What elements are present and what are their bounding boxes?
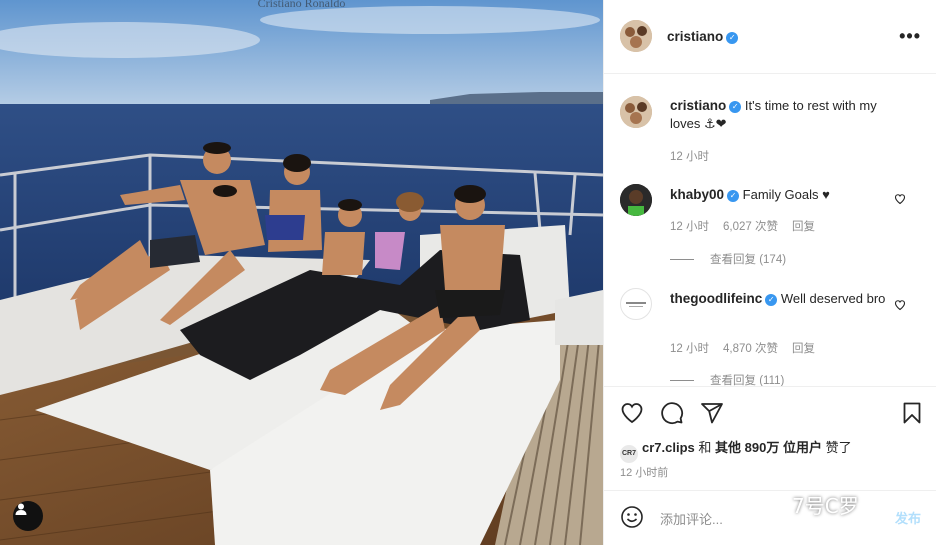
- likes-summary[interactable]: CR7 cr7.clips 和 其他 890万 位用户 赞了: [620, 437, 852, 463]
- comment-username[interactable]: cristiano: [670, 98, 726, 113]
- reply-button[interactable]: 回复: [792, 221, 815, 233]
- liker-username[interactable]: cr7.clips: [642, 440, 695, 455]
- heart-icon[interactable]: [620, 401, 644, 430]
- liker-avatar: CR7: [620, 445, 638, 463]
- comment-username[interactable]: thegoodlifeinc: [670, 291, 762, 306]
- share-icon[interactable]: [700, 401, 724, 430]
- heart-outline-small-icon: [894, 300, 906, 311]
- comment-composer: 发布: [604, 490, 936, 546]
- verified-badge-icon: ✓: [726, 32, 739, 44]
- verified-badge-icon: ✓: [727, 190, 740, 202]
- comment-time[interactable]: 12 小时: [670, 151, 709, 163]
- author-avatar[interactable]: [620, 20, 652, 52]
- post-comment-button[interactable]: 发布: [895, 508, 921, 527]
- user-tag-icon[interactable]: [13, 501, 43, 531]
- comment-username[interactable]: khaby00: [670, 187, 724, 202]
- heart-outline-small-icon: [894, 194, 906, 205]
- emoji-icon-glyph: [621, 506, 643, 528]
- comments-list[interactable]: cristiano ✓ It's time to rest with my lov…: [604, 74, 936, 386]
- verified-badge-icon: ✓: [729, 101, 742, 113]
- comment-time[interactable]: 12 小时: [670, 221, 709, 233]
- like-comment-icon[interactable]: [894, 298, 906, 316]
- comment-likes[interactable]: 4,870 次赞: [723, 343, 778, 355]
- caption-text-block: cristiano ✓ It's time to rest with my lov…: [670, 97, 902, 133]
- comment-text: Well deserved bro: [780, 291, 886, 306]
- share-icon-glyph: [701, 403, 723, 424]
- replies-divider: [670, 259, 694, 260]
- overlay-watermark: 7号C罗: [792, 494, 859, 518]
- more-options-icon[interactable]: •••: [899, 26, 921, 47]
- view-replies-label: 查看回复 (174): [710, 254, 787, 266]
- likes-suffix: 赞了: [825, 440, 852, 455]
- view-replies[interactable]: 查看回复 (174): [670, 251, 786, 267]
- comment-time[interactable]: 12 小时: [670, 343, 709, 355]
- bookmark-icon[interactable]: [900, 401, 924, 430]
- photo-scene: [0, 0, 603, 545]
- comment-icon[interactable]: [660, 401, 684, 430]
- heart-icon-glyph: [621, 403, 643, 424]
- verified-badge-icon: ✓: [765, 294, 778, 306]
- replies-divider: [670, 380, 694, 381]
- author-username[interactable]: cristiano: [667, 29, 723, 44]
- comment-text-block: thegoodlifeinc ✓ Well deserved bro: [670, 290, 902, 308]
- comment-meta: 12 小时 6,027 次赞 回复: [670, 218, 829, 234]
- reply-button[interactable]: 回复: [792, 343, 815, 355]
- author-avatar-image: [620, 20, 652, 52]
- commenter-avatar[interactable]: [620, 184, 652, 216]
- commenter-avatar-image: [626, 302, 646, 307]
- comment-text: Family Goals ♥: [742, 187, 830, 202]
- bookmark-icon-glyph: [903, 402, 921, 424]
- caption-avatar[interactable]: [620, 96, 652, 128]
- photo-top-watermark: Cristiano Ronaldo: [257, 0, 346, 10]
- likes-others[interactable]: 其他 890万 位用户: [715, 440, 822, 455]
- post-actions: CR7 cr7.clips 和 其他 890万 位用户 赞了 12 小时前: [604, 386, 936, 495]
- post-side-panel: cristiano ✓ ••• cristiano ✓ It's time to r…: [603, 0, 936, 545]
- comment-likes[interactable]: 6,027 次赞: [723, 221, 778, 233]
- caption-avatar-image: [620, 96, 652, 128]
- emoji-icon[interactable]: [620, 505, 644, 534]
- post-photo[interactable]: Cristiano Ronaldo: [0, 0, 603, 545]
- caption-meta: 12 小时: [670, 148, 723, 164]
- likes-conjunction: 和: [698, 440, 712, 455]
- commenter-avatar[interactable]: [620, 288, 652, 320]
- post-header: cristiano ✓ •••: [604, 0, 936, 74]
- view-replies-label: 查看回复 (111): [710, 375, 785, 386]
- comment-meta: 12 小时 4,870 次赞 回复: [670, 340, 829, 356]
- comment-icon-glyph: [661, 402, 684, 425]
- view-replies[interactable]: 查看回复 (111): [670, 372, 784, 386]
- post-time-ago[interactable]: 12 小时前: [620, 464, 668, 480]
- commenter-avatar-image: [620, 184, 652, 216]
- comment-text-block: khaby00 ✓ Family Goals ♥: [670, 186, 902, 204]
- like-comment-icon[interactable]: [894, 192, 906, 210]
- user-tag-glyph: [15, 503, 27, 515]
